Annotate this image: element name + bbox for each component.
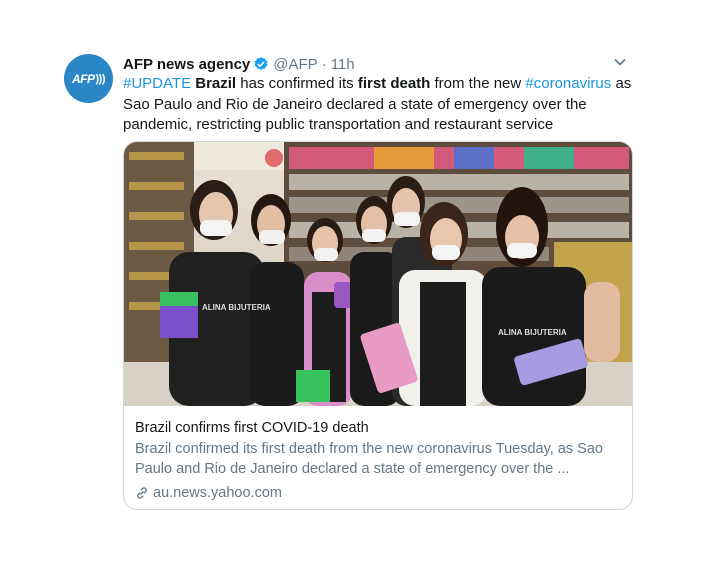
link-icon [137, 487, 147, 499]
card-url[interactable]: au.news.yahoo.com [153, 483, 282, 503]
avatar[interactable]: AFP))) [64, 54, 113, 103]
link-card[interactable]: ALINA BIJUTERIA ALINA BIJUTERIA Brazil c… [123, 141, 633, 510]
author-handle[interactable]: @AFP [273, 56, 317, 73]
text-brazil: Brazil [195, 75, 237, 92]
card-title[interactable]: Brazil confirms first COVID-19 death [135, 418, 625, 438]
tweet-time[interactable]: 11h [331, 56, 355, 73]
chevron-down-icon[interactable] [613, 55, 627, 69]
author-name[interactable]: AFP news agency [123, 56, 250, 73]
card-url-row: au.news.yahoo.com [135, 483, 625, 503]
hashtag-update[interactable]: #UPDATE [123, 75, 191, 92]
text-segment: from the new [430, 75, 526, 92]
verified-badge-icon [253, 56, 269, 72]
text-segment: has confirmed its [236, 75, 358, 92]
apron-text-2: ALINA BIJUTERIA [498, 328, 567, 337]
card-photo[interactable]: ALINA BIJUTERIA ALINA BIJUTERIA [124, 142, 632, 406]
tweet-text: #UPDATE Brazil has confirmed its first d… [123, 74, 633, 136]
tweet-header: AFP news agency @AFP · 11h [123, 53, 633, 75]
avatar-logo: AFP [72, 71, 95, 86]
card-description: Brazil confirmed its first death from th… [135, 441, 603, 477]
avatar-waves-icon: ))) [95, 72, 106, 85]
text-first-death: first death [357, 75, 431, 92]
apron-text-1: ALINA BIJUTERIA [202, 303, 271, 312]
card-meta: Brazil confirms first COVID-19 death Bra… [135, 418, 625, 503]
separator-dot: · [321, 55, 327, 73]
hashtag-coronavirus[interactable]: #coronavirus [525, 75, 611, 92]
